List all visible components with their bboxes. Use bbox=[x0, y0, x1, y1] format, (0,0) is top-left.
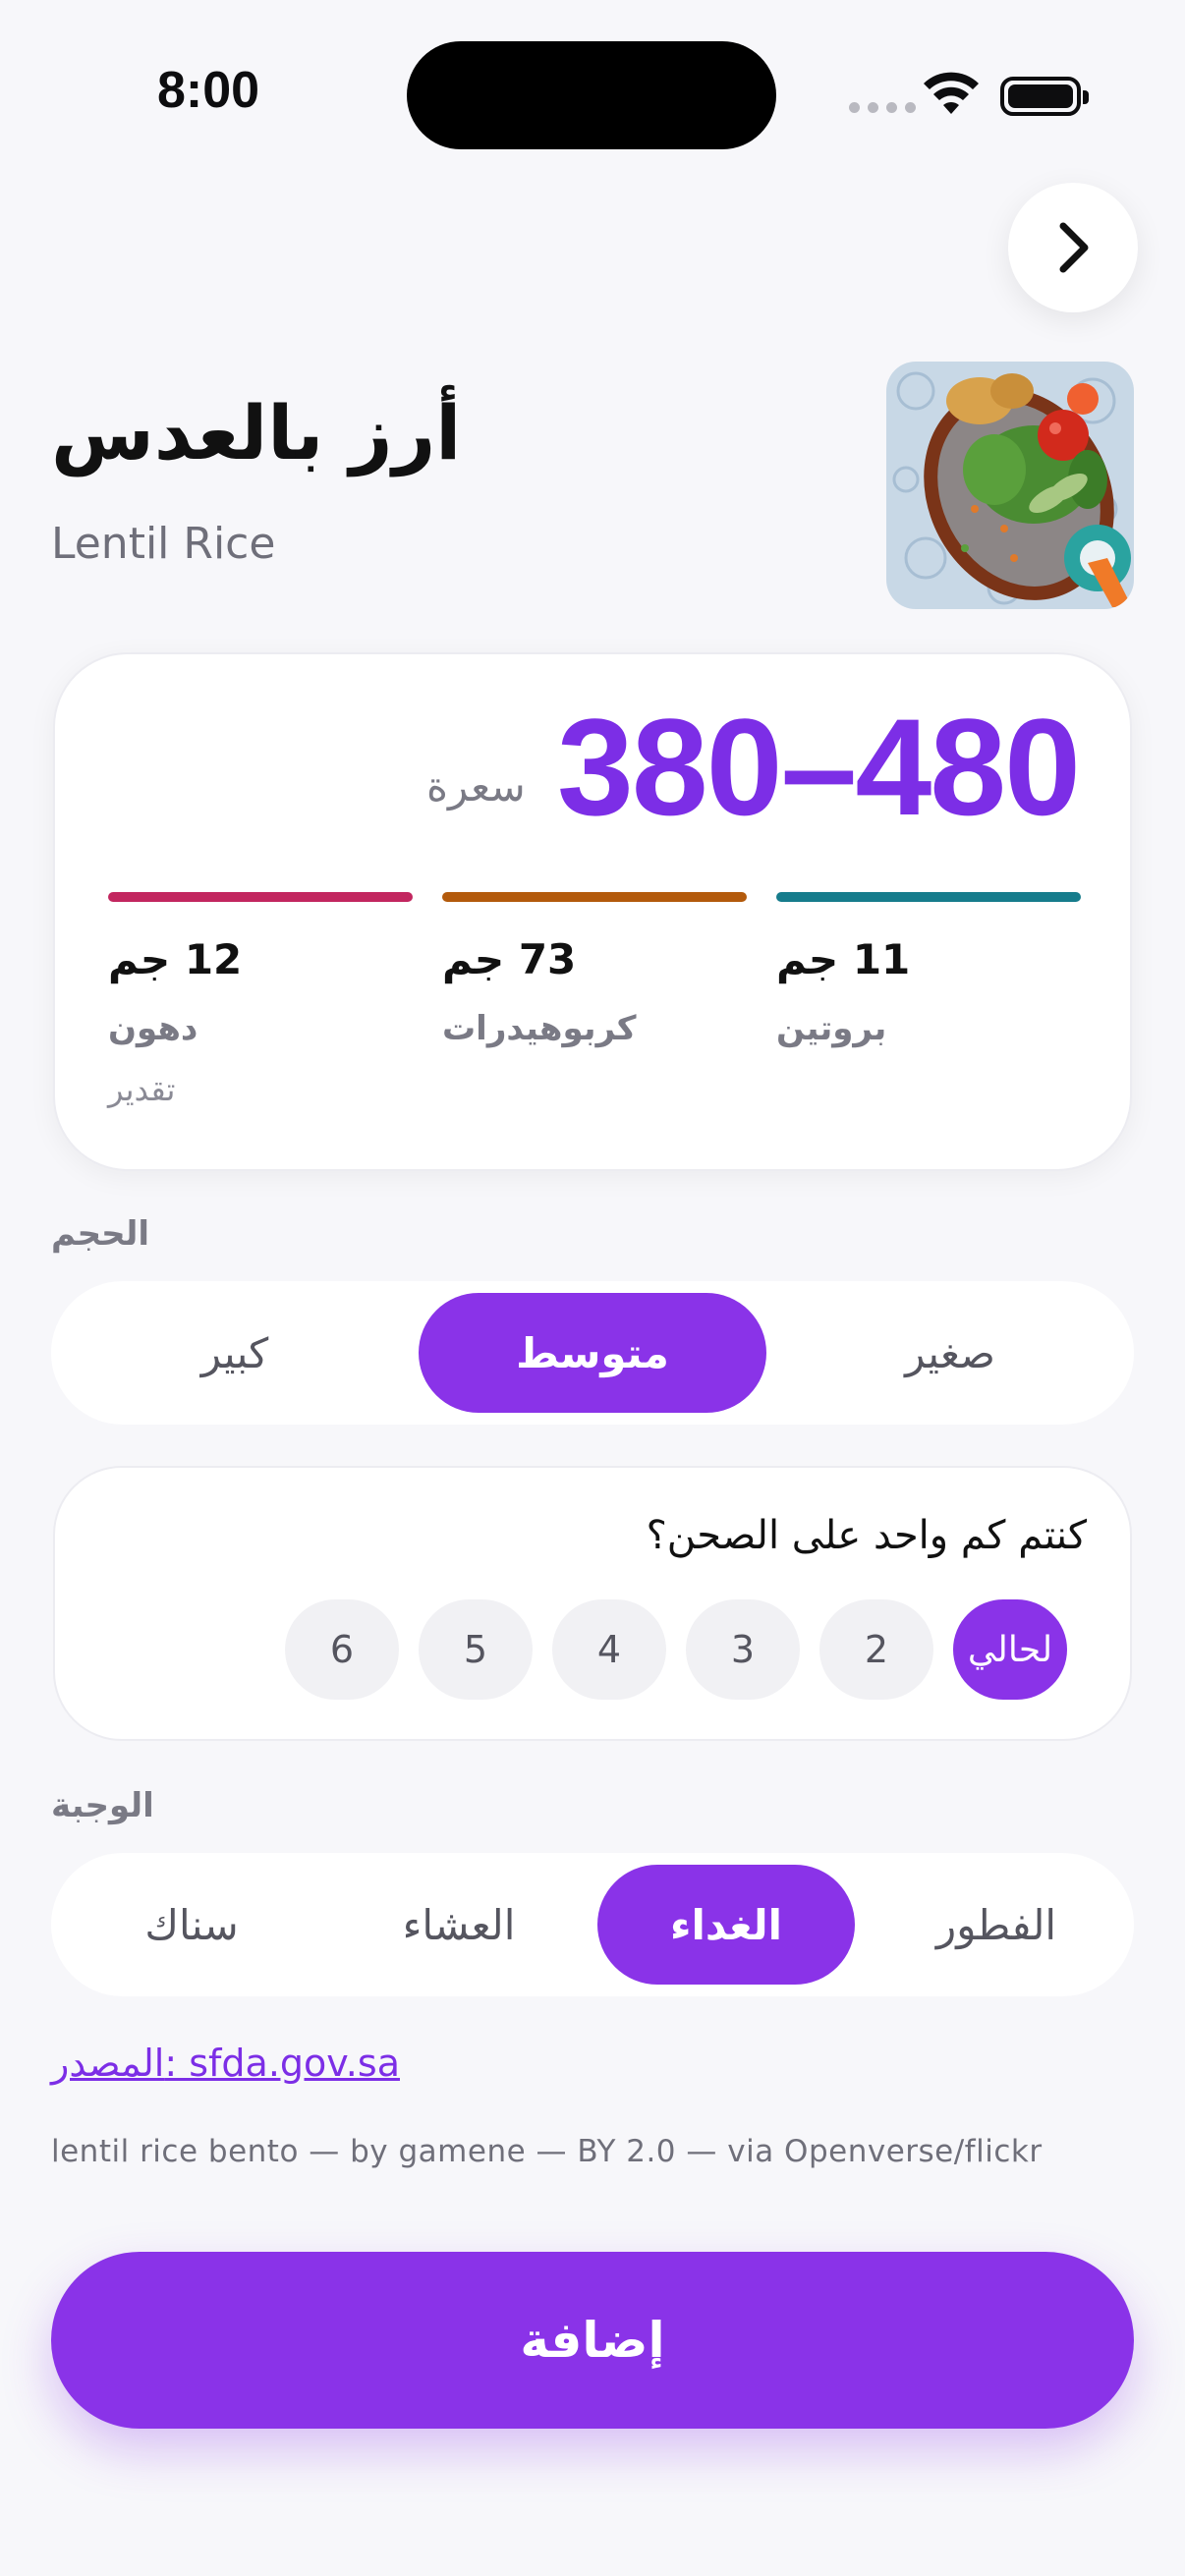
dish-title-english: Lentil Rice bbox=[51, 519, 276, 569]
size-option-large[interactable]: كبير bbox=[63, 1293, 407, 1413]
people-option-5[interactable]: 5 bbox=[419, 1599, 533, 1700]
macro-fat: 12 جم دهون bbox=[108, 892, 413, 1048]
dish-photo bbox=[886, 362, 1134, 609]
next-button[interactable] bbox=[1008, 183, 1138, 312]
people-option-2[interactable]: 2 bbox=[819, 1599, 933, 1700]
people-option-alone[interactable]: لحالي bbox=[953, 1599, 1067, 1700]
macro-bar bbox=[776, 892, 1081, 902]
people-option-3[interactable]: 3 bbox=[686, 1599, 800, 1700]
calorie-range: 380–480 bbox=[556, 690, 1081, 844]
food-detail-screen: 8:00 أرز بالعدس Lentil Rice 380–480 سعرة… bbox=[0, 0, 1185, 2576]
size-selector: صغير متوسط كبير bbox=[51, 1281, 1134, 1425]
meal-option-breakfast[interactable]: الفطور bbox=[871, 1865, 1122, 1985]
macro-amount: 73 جم bbox=[442, 935, 577, 983]
meal-option-dinner[interactable]: العشاء bbox=[336, 1865, 582, 1985]
dynamic-island bbox=[407, 41, 776, 149]
macro-label: كربوهيدرات bbox=[442, 1009, 637, 1048]
macro-carbs: 73 جم كربوهيدرات bbox=[442, 892, 747, 1048]
meal-selector: الفطور الغداء العشاء سناك bbox=[51, 1853, 1134, 1996]
macro-amount: 11 جم bbox=[776, 935, 911, 983]
people-option-4[interactable]: 4 bbox=[552, 1599, 666, 1700]
macro-bar bbox=[442, 892, 747, 902]
nutrition-card: 380–480 سعرة 11 جم بروتين 73 جم كربوهيدر… bbox=[53, 652, 1132, 1171]
meal-section-label: الوجبة bbox=[51, 1786, 154, 1825]
macro-label: بروتين bbox=[776, 1009, 887, 1048]
status-time: 8:00 bbox=[157, 62, 260, 119]
macro-list: 11 جم بروتين 73 جم كربوهيدرات 12 جم دهون bbox=[108, 892, 1081, 1128]
people-card: كنتم كم واحد على الصحن؟ لحالي 2 3 4 5 6 bbox=[53, 1466, 1132, 1741]
calorie-unit: سعرة bbox=[426, 762, 526, 811]
size-section-label: الحجم bbox=[51, 1214, 150, 1254]
battery-icon bbox=[1000, 77, 1089, 116]
macro-bar bbox=[108, 892, 413, 902]
size-option-medium[interactable]: متوسط bbox=[419, 1293, 766, 1413]
people-question: كنتم كم واحد على الصحن؟ bbox=[646, 1513, 1087, 1558]
estimate-label: تقدير bbox=[108, 1071, 176, 1108]
source-link[interactable]: المصدر: sfda.gov.sa bbox=[51, 2042, 400, 2085]
cellular-signal-icon bbox=[849, 102, 916, 113]
chevron-right-icon bbox=[1059, 222, 1089, 273]
photo-credit: lentil rice bento — by gamene — BY 2.0 —… bbox=[51, 2134, 1043, 2169]
size-option-small[interactable]: صغير bbox=[778, 1293, 1122, 1413]
macro-protein: 11 جم بروتين bbox=[776, 892, 1081, 1048]
add-button[interactable]: إضافة bbox=[51, 2252, 1134, 2429]
people-option-6[interactable]: 6 bbox=[285, 1599, 399, 1700]
meal-option-lunch[interactable]: الغداء bbox=[597, 1865, 855, 1985]
macro-amount: 12 جم bbox=[108, 935, 243, 983]
macro-label: دهون bbox=[108, 1009, 198, 1048]
dish-title-arabic: أرز بالعدس bbox=[51, 389, 462, 476]
meal-option-snack[interactable]: سناك bbox=[63, 1865, 320, 1985]
wifi-icon bbox=[924, 72, 979, 114]
